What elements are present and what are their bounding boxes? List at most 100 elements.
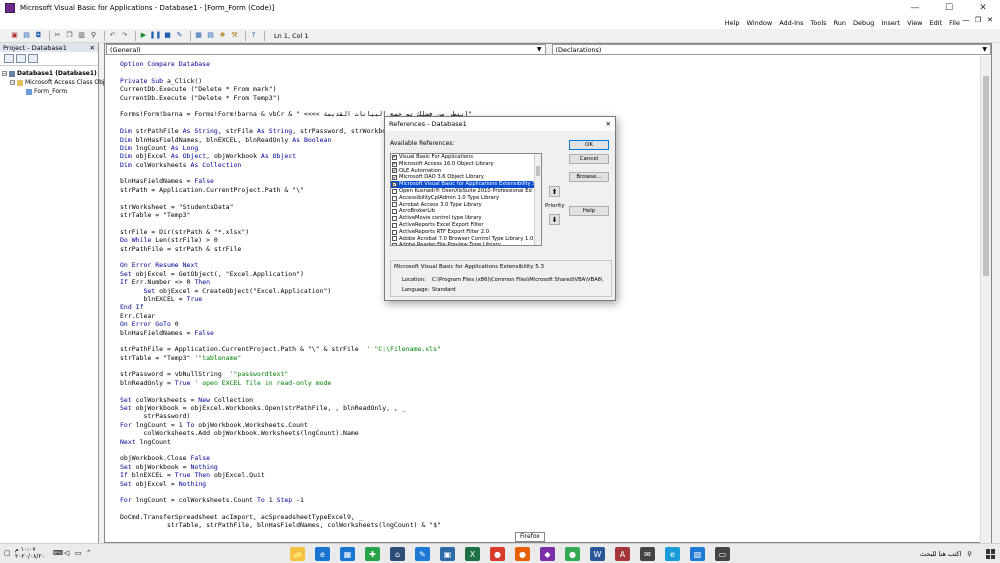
photos-icon[interactable]: ▣ (440, 547, 455, 561)
view-object-icon[interactable] (16, 54, 26, 63)
start-button[interactable] (986, 549, 996, 559)
references-scrollbar[interactable] (534, 154, 541, 245)
ok-button[interactable]: OK (569, 140, 609, 150)
menu-help[interactable]: Help (725, 19, 740, 27)
reference-item[interactable]: Adobe Reader File Preview Type Library (391, 242, 541, 245)
properties-icon[interactable]: ▤ (206, 31, 215, 40)
object-combo[interactable]: (General) ▼ (106, 44, 546, 55)
menu-view[interactable]: View (907, 19, 922, 27)
design-mode-icon[interactable]: ✎ (175, 31, 184, 40)
reference-item[interactable]: ✔ Visual Basic For Applications (391, 154, 541, 161)
reference-checkbox[interactable] (392, 216, 397, 222)
reference-item[interactable]: ActiveMovie control type library (391, 215, 541, 222)
undo-icon[interactable]: ↶ (108, 31, 117, 40)
reference-checkbox[interactable] (392, 229, 397, 235)
save-icon[interactable]: ◘ (34, 31, 43, 40)
view-access-icon[interactable]: ▣ (10, 31, 19, 40)
firefox-icon[interactable]: ● (515, 547, 530, 561)
volume-icon[interactable]: ◁ (64, 549, 71, 557)
reference-item[interactable]: ✔ Microsoft Access 16.0 Object Library (391, 161, 541, 168)
view-code-icon[interactable] (4, 54, 14, 63)
reference-item[interactable]: ✔ Microsoft DAO 3.6 Object Library (391, 174, 541, 181)
break-icon[interactable]: ❚❚ (150, 31, 162, 40)
file-explorer-icon[interactable]: 📁 (290, 547, 305, 561)
project-close-button[interactable]: ✕ (90, 44, 95, 52)
insert-module-icon[interactable]: ▤ (22, 31, 31, 40)
access-icon[interactable]: A (615, 547, 630, 561)
reference-checkbox[interactable] (392, 202, 397, 208)
menu-window[interactable]: Window (747, 19, 773, 27)
reference-checkbox[interactable]: ✔ (392, 154, 397, 160)
maximize-button[interactable]: ☐ (932, 0, 966, 16)
dialog-close-button[interactable]: ✕ (606, 120, 611, 128)
tree-item-database1[interactable]: − Database1 (Database1) (2, 69, 97, 78)
copy-icon[interactable]: ❐ (65, 31, 74, 40)
clock[interactable]: ١٠:٠٧ م ٢٠٢٠/٠٨/٢٠ (15, 546, 45, 560)
reference-checkbox[interactable] (392, 195, 397, 201)
redo-icon[interactable]: ↷ (120, 31, 129, 40)
reference-item[interactable]: ✔ Microsoft Visual Basic for Applications… (391, 181, 541, 188)
reference-item[interactable]: ActiveReports Excel Export Filter (391, 222, 541, 229)
project-explorer-icon[interactable]: ▦ (194, 31, 203, 40)
reference-item[interactable]: AccessibilityCplAdmin 1.0 Type Library (391, 195, 541, 202)
reference-checkbox[interactable] (392, 243, 397, 245)
mail-icon[interactable]: ✉ (640, 547, 655, 561)
notification-icon[interactable]: ▢ (4, 549, 11, 557)
paste-icon[interactable]: ▥ (77, 31, 86, 40)
code-vertical-scrollbar[interactable] (980, 56, 991, 544)
cancel-button[interactable]: Cancel (569, 154, 609, 164)
reference-checkbox[interactable] (392, 188, 397, 194)
scrollbar-thumb[interactable] (983, 76, 989, 276)
reference-checkbox[interactable]: ✔ (392, 182, 397, 188)
edge-icon[interactable]: e (315, 547, 330, 561)
browse-button[interactable]: Browse... (569, 172, 609, 182)
toolbox-icon[interactable]: ⚒ (230, 31, 239, 40)
app-green-icon[interactable]: ✚ (365, 547, 380, 561)
app-purple-icon[interactable]: ◆ (540, 547, 555, 561)
reference-checkbox[interactable] (392, 236, 397, 242)
vpn-icon[interactable]: ⌂ (390, 547, 405, 561)
reference-item[interactable]: Open Kusnadi® OsenXlsSuite 2010 Professi… (391, 188, 541, 195)
collapse-icon[interactable]: − (10, 80, 15, 85)
menu-file[interactable]: File (949, 19, 960, 27)
chrome-icon[interactable]: ● (490, 547, 505, 561)
reference-item[interactable]: ✔ OLE Automation (391, 168, 541, 175)
reference-checkbox[interactable] (392, 222, 397, 228)
reference-checkbox[interactable] (392, 209, 397, 215)
menu-tools[interactable]: Tools (811, 19, 827, 27)
taskbar-search[interactable]: اكتب هنا للبحث ⚲ (815, 547, 980, 561)
menu-debug[interactable]: Debug (853, 19, 874, 27)
up-arrow-icon[interactable]: ⌃ (86, 549, 93, 557)
menu-insert[interactable]: Insert (881, 19, 900, 27)
task-view-icon[interactable]: ▭ (715, 547, 730, 561)
scrollbar-thumb[interactable] (536, 166, 540, 176)
object-browser-icon[interactable]: ❖ (218, 31, 227, 40)
chrome2-icon[interactable]: ● (565, 547, 580, 561)
references-list[interactable]: ✔ Visual Basic For Applications ✔ Microsoft… (390, 153, 542, 246)
pen-icon[interactable]: ✎ (415, 547, 430, 561)
help-button[interactable]: Help (569, 206, 609, 216)
procedure-combo[interactable]: (Declarations) ▼ (551, 44, 991, 55)
mdi-restore-button[interactable]: ❐ (972, 16, 984, 24)
cut-icon[interactable]: ✂ (53, 31, 62, 40)
toggle-folders-icon[interactable] (28, 54, 38, 63)
priority-up-button[interactable]: ⬆ (549, 186, 560, 197)
photo-viewer-icon[interactable]: ▧ (690, 547, 705, 561)
mdi-close-button[interactable]: ✕ (984, 16, 996, 24)
reference-item[interactable]: Acrobat Access 3.0 Type Library (391, 202, 541, 209)
priority-down-button[interactable]: ⬇ (549, 214, 560, 225)
mdi-minimize-button[interactable]: — (960, 16, 972, 24)
excel-icon[interactable]: X (465, 547, 480, 561)
keyboard-icon[interactable]: ⌨ (53, 549, 63, 557)
tree-item-form[interactable]: Form_Form (2, 87, 96, 96)
store-icon[interactable]: ▦ (340, 547, 355, 561)
reference-item[interactable]: ActiveReports RTF Export Filter 2.0 (391, 229, 541, 236)
network-icon[interactable]: ▭ (75, 549, 82, 557)
run-icon[interactable]: ▶ (139, 31, 148, 40)
menu-run[interactable]: Run (834, 19, 846, 27)
reference-checkbox[interactable]: ✔ (392, 161, 397, 167)
ie-icon[interactable]: e (665, 547, 680, 561)
help-icon[interactable]: ? (249, 31, 258, 40)
reference-item[interactable]: Adobe Acrobat 7.0 Browser Control Type L… (391, 236, 541, 243)
tree-item-class-objects[interactable]: − Microsoft Access Class Objects (2, 78, 117, 87)
